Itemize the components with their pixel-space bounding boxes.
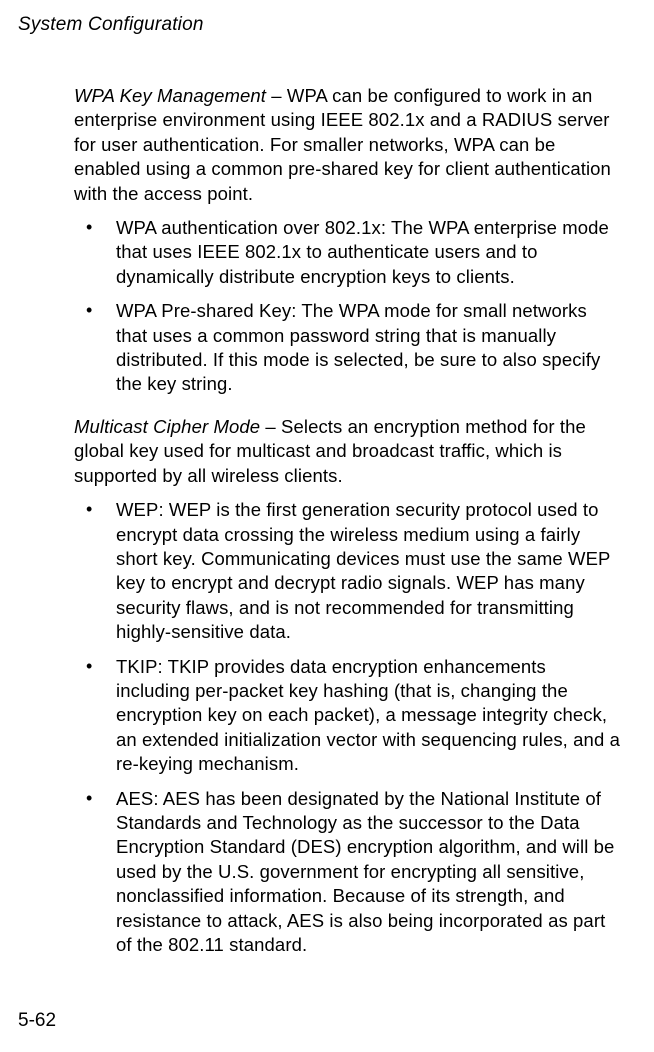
wpa-key-lead: WPA Key Management: [74, 85, 266, 106]
main-content: WPA Key Management – WPA can be configur…: [18, 84, 634, 957]
wpa-key-bullets: WPA authentication over 802.1x: The WPA …: [74, 216, 620, 397]
list-item: TKIP: TKIP provides data encryption enha…: [74, 655, 620, 777]
page-number: 5-62: [18, 1010, 56, 1032]
multicast-bullets: WEP: WEP is the first generation securit…: [74, 498, 620, 957]
list-item: WPA authentication over 802.1x: The WPA …: [74, 216, 620, 289]
wpa-key-paragraph: WPA Key Management – WPA can be configur…: [74, 84, 620, 206]
list-item: WPA Pre-shared Key: The WPA mode for sma…: [74, 299, 620, 397]
page-header: System Configuration: [18, 14, 634, 36]
multicast-paragraph: Multicast Cipher Mode – Selects an encry…: [74, 415, 620, 488]
list-item: AES: AES has been designated by the Nati…: [74, 787, 620, 958]
multicast-lead: Multicast Cipher Mode: [74, 416, 260, 437]
list-item: WEP: WEP is the first generation securit…: [74, 498, 620, 644]
